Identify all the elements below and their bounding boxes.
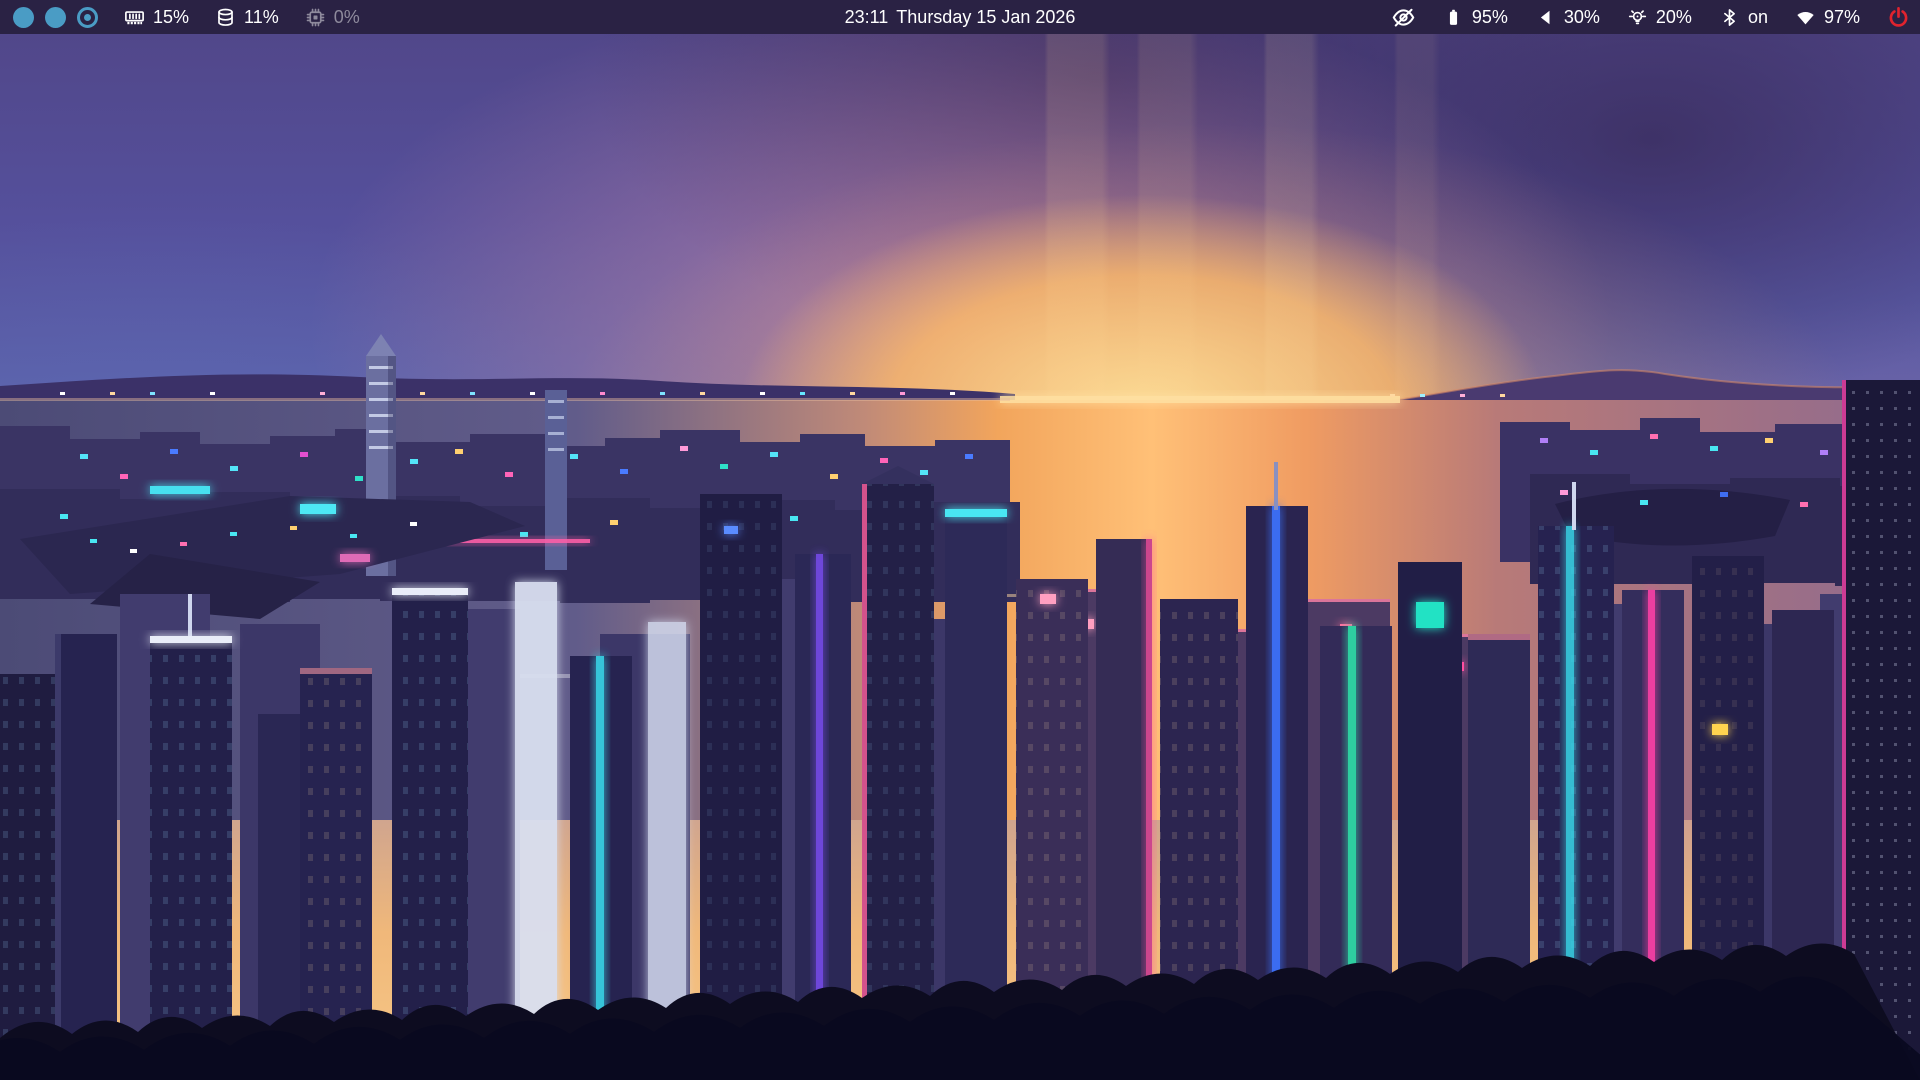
cpu-usage: 0% bbox=[334, 7, 360, 28]
clock-date: Thursday 15 Jan 2026 bbox=[896, 7, 1075, 28]
wifi-widget[interactable]: 97% bbox=[1795, 7, 1860, 28]
volume-level: 30% bbox=[1564, 7, 1600, 28]
cityscape-art bbox=[0, 34, 1920, 1080]
bluetooth-widget[interactable]: on bbox=[1719, 7, 1768, 28]
topbar-left: 15% 11% bbox=[10, 0, 360, 34]
desktop-wallpaper bbox=[0, 34, 1920, 1080]
workspace-dot-1[interactable] bbox=[13, 7, 34, 28]
workspace-dot-2[interactable] bbox=[45, 7, 66, 28]
screen-privacy-toggle[interactable] bbox=[1391, 5, 1416, 30]
topbar: 15% 11% bbox=[0, 0, 1920, 34]
topbar-right: 95% 30% bbox=[1364, 0, 1910, 34]
disk-icon bbox=[215, 7, 236, 28]
wifi-icon bbox=[1795, 7, 1816, 28]
workspace-dot-3[interactable] bbox=[77, 7, 98, 28]
disk-usage: 11% bbox=[244, 7, 279, 28]
power-button[interactable] bbox=[1887, 6, 1910, 29]
brightness-icon bbox=[1627, 7, 1648, 28]
speaker-icon bbox=[1535, 7, 1556, 28]
battery-icon bbox=[1443, 7, 1464, 28]
battery-level: 95% bbox=[1472, 7, 1508, 28]
memory-widget[interactable]: 15% bbox=[124, 7, 189, 28]
workspace-dots bbox=[13, 7, 98, 28]
clock-time: 23:11 bbox=[845, 7, 889, 28]
memory-usage: 15% bbox=[153, 7, 189, 28]
brightness-widget[interactable]: 20% bbox=[1627, 7, 1692, 28]
cpu-icon bbox=[305, 7, 326, 28]
brightness-level: 20% bbox=[1656, 7, 1692, 28]
wifi-strength: 97% bbox=[1824, 7, 1860, 28]
eye-off-icon bbox=[1391, 5, 1416, 30]
volume-widget[interactable]: 30% bbox=[1535, 7, 1600, 28]
battery-widget[interactable]: 95% bbox=[1443, 7, 1508, 28]
clock-widget[interactable]: 23:11 Thursday 15 Jan 2026 bbox=[845, 0, 1076, 34]
bluetooth-icon bbox=[1719, 7, 1740, 28]
disk-widget[interactable]: 11% bbox=[215, 7, 279, 28]
ram-icon bbox=[124, 7, 145, 28]
cpu-widget[interactable]: 0% bbox=[305, 7, 360, 28]
bluetooth-status: on bbox=[1748, 7, 1768, 28]
power-icon bbox=[1887, 6, 1910, 29]
